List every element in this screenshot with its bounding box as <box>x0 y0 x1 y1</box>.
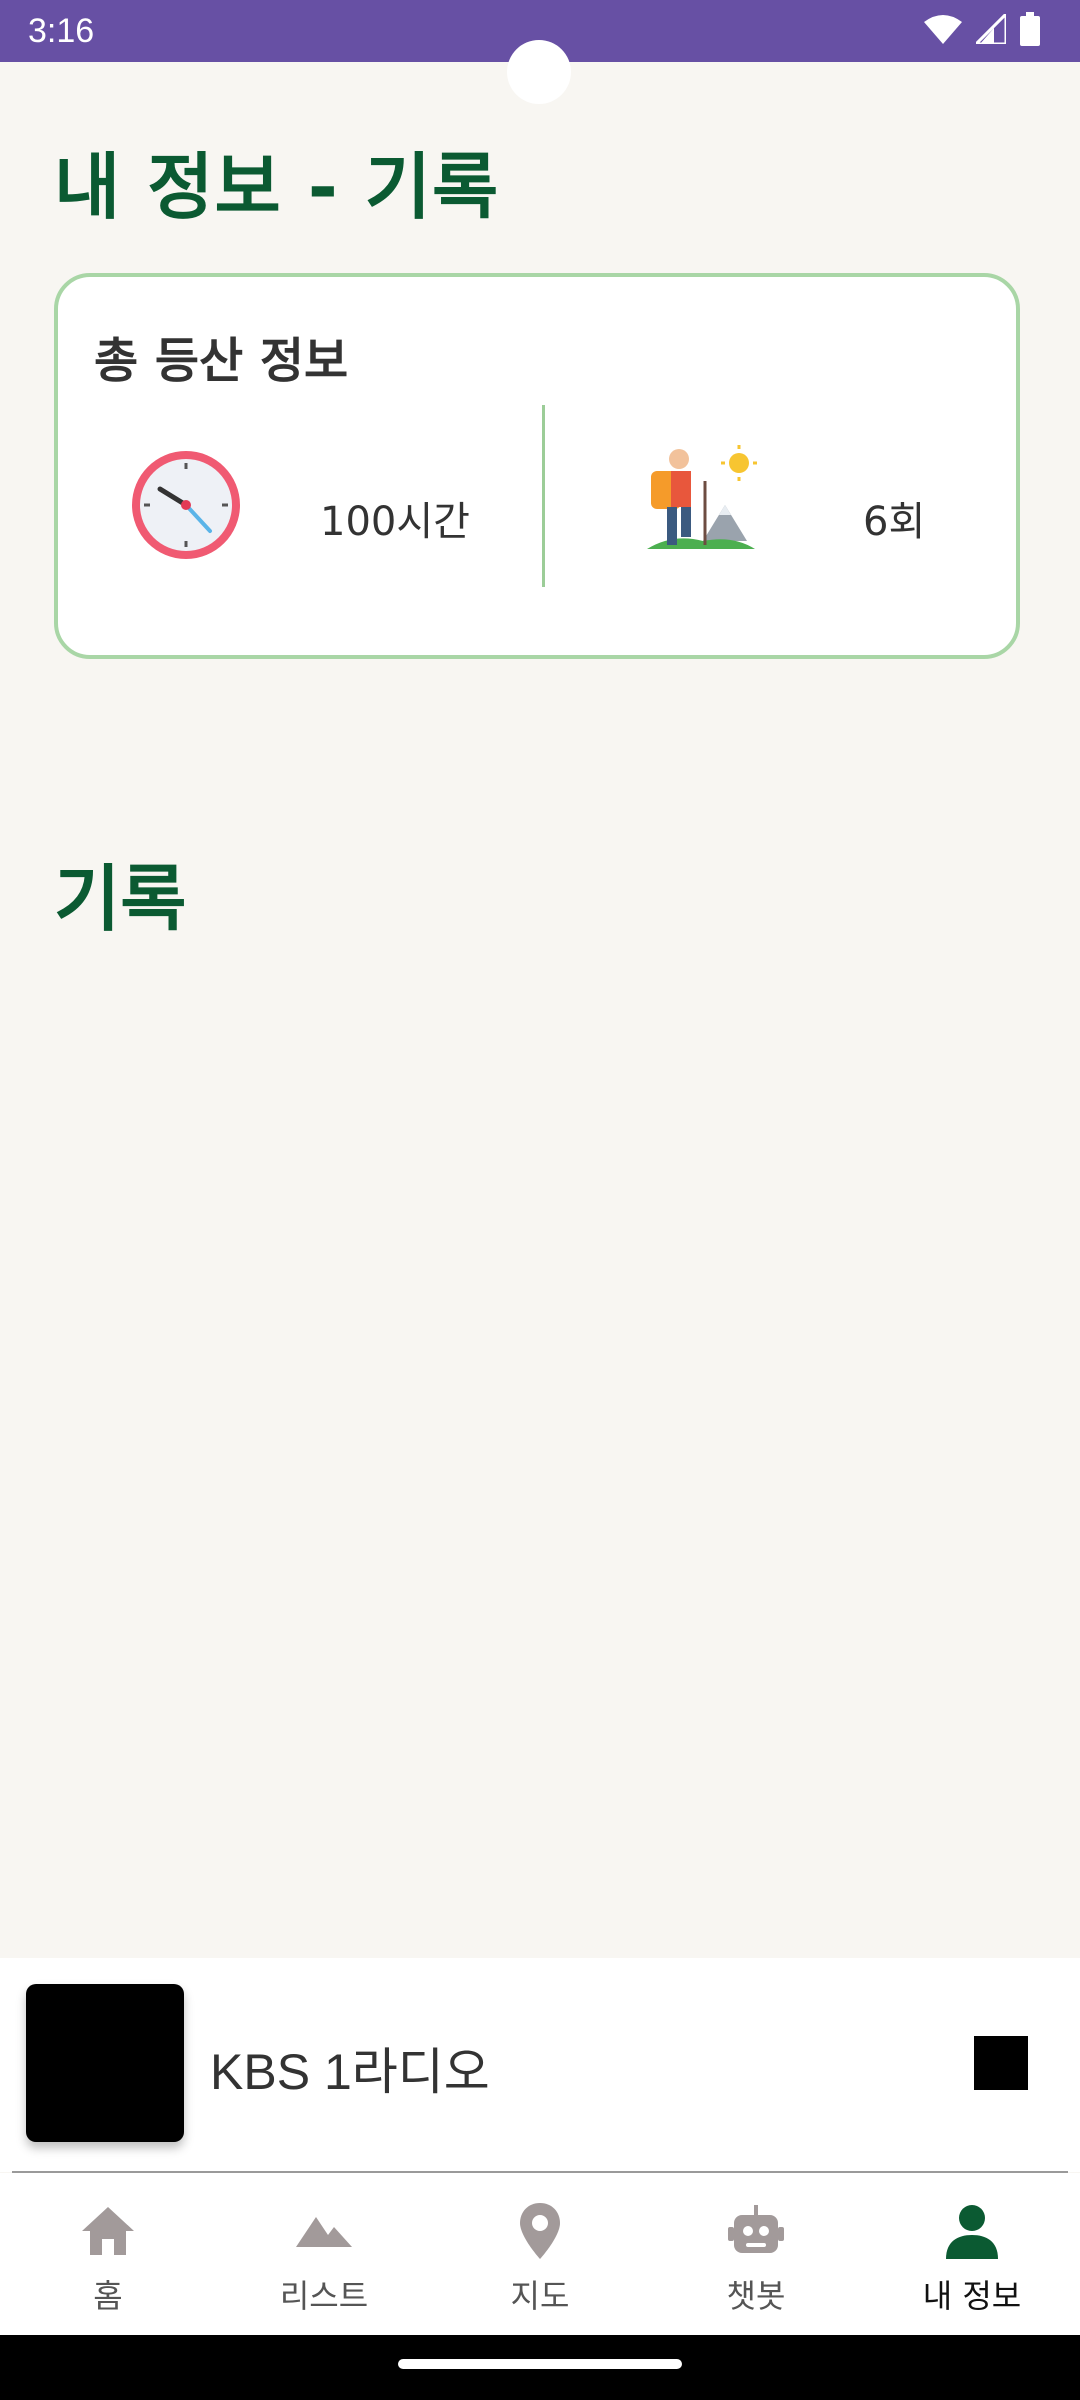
station-artwork[interactable] <box>26 1984 184 2142</box>
nav-item-home[interactable]: 홈 <box>0 2173 216 2335</box>
stats-heading: 총 등산 정보 <box>94 333 349 389</box>
stats-divider <box>542 405 545 587</box>
mountain-icon <box>296 2217 352 2247</box>
mini-player[interactable]: KBS 1라디오 <box>0 1958 1080 2172</box>
nav-label-map: 지도 <box>510 2277 570 2315</box>
nav-item-map[interactable]: 지도 <box>432 2173 648 2335</box>
battery-icon <box>1020 12 1040 46</box>
person-icon <box>946 2205 998 2259</box>
total-count-value: 6회 <box>863 499 926 545</box>
robot-icon <box>728 2205 784 2253</box>
nav-item-list[interactable]: 리스트 <box>216 2173 432 2335</box>
nav-item-chatbot[interactable]: 챗봇 <box>648 2173 864 2335</box>
nav-label-list: 리스트 <box>279 2277 369 2315</box>
clock-icon <box>132 451 240 559</box>
hiking-stats-card: 총 등산 정보 100시간 6회 <box>54 273 1020 659</box>
total-hours-value: 100시간 <box>320 499 470 545</box>
location-pin-icon <box>520 2203 560 2259</box>
page-title: 내 정보 - 기록 <box>54 145 500 229</box>
signal-icon <box>976 14 1006 44</box>
system-navigation-bar <box>0 2335 1080 2400</box>
status-icons <box>924 12 1040 46</box>
wifi-icon <box>924 15 962 44</box>
status-time: 3:16 <box>28 12 95 50</box>
home-icon <box>82 2207 134 2255</box>
nav-item-my-info[interactable]: 내 정보 <box>864 2173 1080 2335</box>
station-name[interactable]: KBS 1라디오 <box>210 2032 490 2104</box>
camera-cutout <box>507 40 571 104</box>
nav-label-chatbot: 챗봇 <box>726 2277 786 2315</box>
hiker-icon <box>647 445 757 549</box>
bottom-nav: 홈 리스트 지도 챗봇 내 정보 <box>0 2173 1080 2335</box>
nav-label-my-info: 내 정보 <box>922 2277 1022 2315</box>
stop-button[interactable] <box>974 2036 1028 2090</box>
home-gesture-handle[interactable] <box>398 2359 682 2369</box>
records-title: 기록 <box>54 857 187 941</box>
nav-label-home: 홈 <box>93 2277 123 2315</box>
